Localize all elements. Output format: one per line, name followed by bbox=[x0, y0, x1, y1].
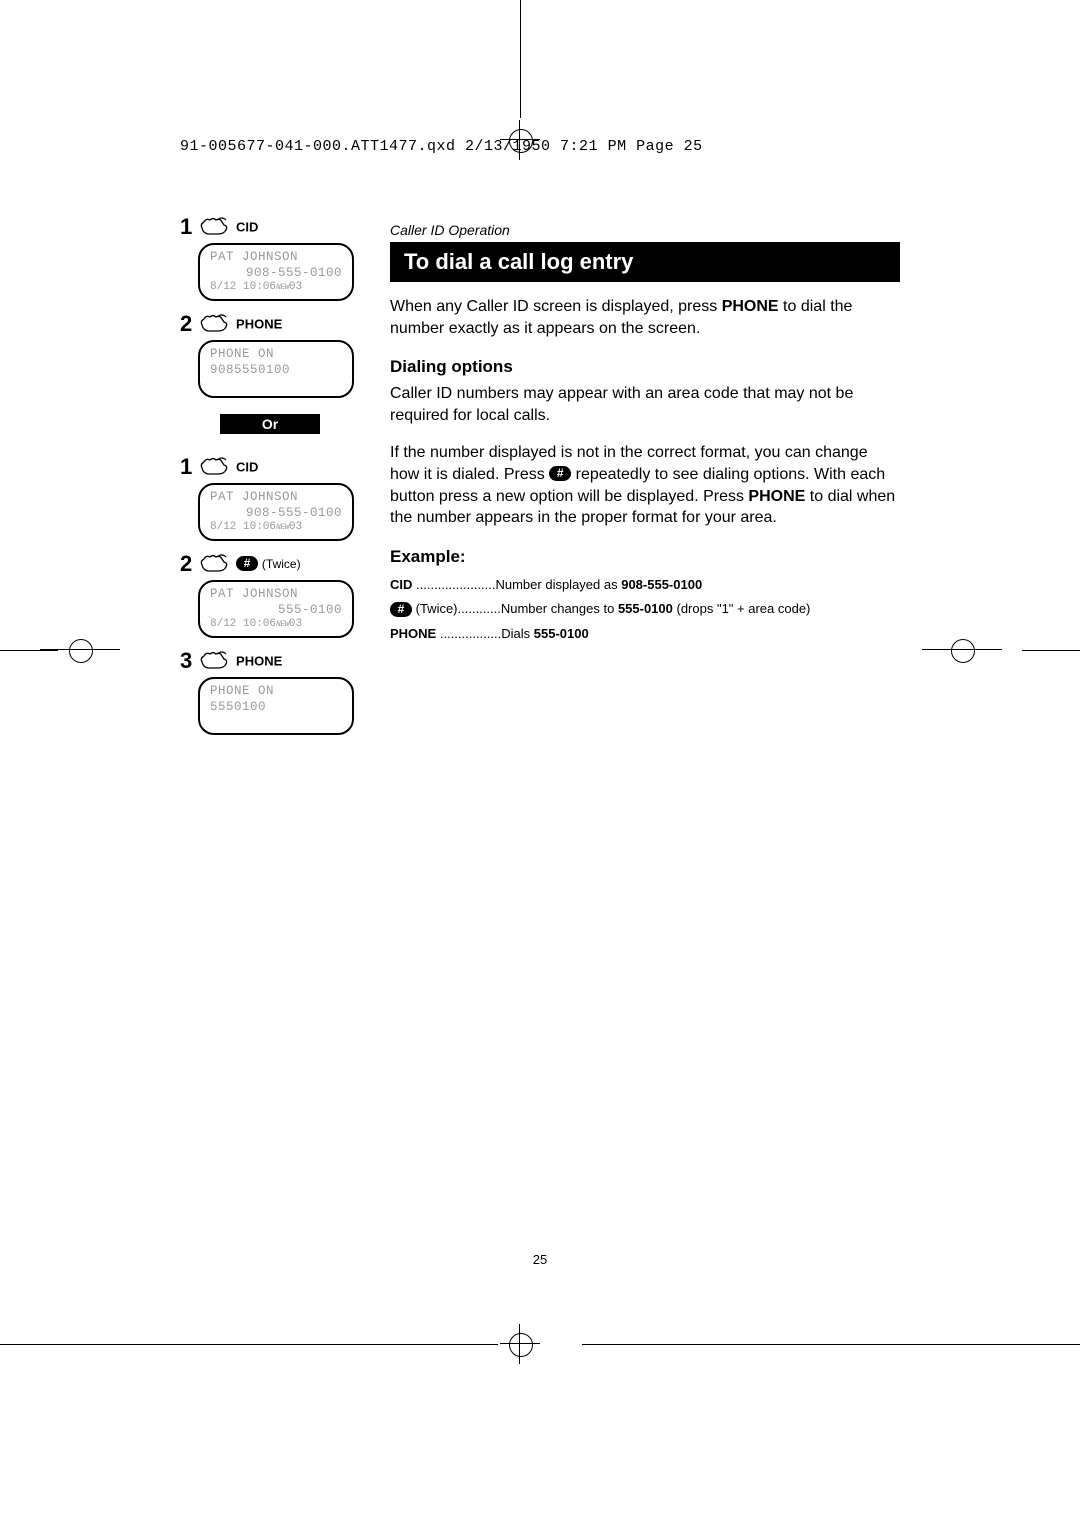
twice-label: (Twice) bbox=[262, 557, 301, 571]
crop-rule bbox=[520, 0, 521, 118]
page-number: 25 bbox=[0, 1252, 1080, 1267]
text-strong: 908-555-0100 bbox=[621, 577, 702, 592]
example-phone: PHONE .................Dials 555-0100 bbox=[390, 622, 900, 647]
text: (drops "1" + area code) bbox=[673, 601, 811, 616]
text: Number displayed as bbox=[495, 577, 621, 592]
step-b2-hash: 2 # (Twice) bbox=[180, 551, 360, 577]
lcd-line: PHONE ON bbox=[210, 684, 342, 700]
hash-button-icon: # bbox=[390, 602, 412, 617]
intro-paragraph: When any Caller ID screen is displayed, … bbox=[390, 296, 900, 339]
button-label: PHONE bbox=[236, 317, 282, 332]
registration-mark-right bbox=[942, 630, 982, 670]
press-icon bbox=[200, 553, 228, 576]
step-number: 2 bbox=[180, 311, 192, 336]
dialing-paragraph-2: If the number displayed is not in the co… bbox=[390, 442, 900, 528]
step-b1-cid: 1 CID bbox=[180, 454, 360, 480]
leader-dots: ...................... bbox=[416, 577, 495, 592]
crop-rule bbox=[1022, 650, 1080, 651]
lcd-datetime: 8/12 10:06 bbox=[210, 521, 276, 533]
text: When any Caller ID screen is displayed, … bbox=[390, 298, 722, 315]
lcd-index: 03 bbox=[289, 521, 302, 533]
lcd-index: 03 bbox=[289, 281, 302, 293]
lcd-number: 908-555-0100 bbox=[210, 506, 342, 522]
page-title: To dial a call log entry bbox=[390, 242, 900, 282]
leader-dots: ................. bbox=[440, 626, 501, 641]
section-label: Caller ID Operation bbox=[390, 222, 900, 238]
step-number: 1 bbox=[180, 454, 192, 479]
registration-mark-bottom bbox=[500, 1324, 540, 1364]
example-hash: # (Twice)............Number changes to 5… bbox=[390, 597, 900, 622]
step-b3-phone: 3 PHONE bbox=[180, 648, 360, 674]
lcd-display: PAT JOHNSON 908-555-0100 8/12 10:06NEW03 bbox=[198, 483, 354, 541]
registration-mark-top bbox=[500, 120, 540, 160]
text-strong: CID bbox=[390, 577, 412, 592]
hash-button-icon: # bbox=[549, 466, 571, 481]
step-number: 3 bbox=[180, 648, 192, 673]
lcd-status: 8/12 10:06NEW03 bbox=[210, 521, 342, 535]
lcd-index: 03 bbox=[289, 618, 302, 630]
lcd-name: PAT JOHNSON bbox=[210, 490, 342, 506]
text: (Twice) bbox=[416, 601, 458, 616]
dialing-options-heading: Dialing options bbox=[390, 357, 900, 377]
lcd-name: PAT JOHNSON bbox=[210, 587, 342, 603]
lcd-line: 5550100 bbox=[210, 700, 342, 716]
button-label: CID bbox=[236, 220, 258, 235]
press-icon bbox=[200, 650, 228, 673]
lcd-number: 908-555-0100 bbox=[210, 266, 342, 282]
lcd-display: PAT JOHNSON 555-0100 8/12 10:06NEW03 bbox=[198, 580, 354, 638]
lcd-new-tag: NEW bbox=[276, 283, 289, 292]
text: Dials bbox=[501, 626, 534, 641]
lcd-name: PAT JOHNSON bbox=[210, 250, 342, 266]
text-strong: 555-0100 bbox=[618, 601, 673, 616]
lcd-display: PHONE ON 5550100 bbox=[198, 677, 354, 735]
button-label: PHONE bbox=[236, 654, 282, 669]
main-content: Caller ID Operation To dial a call log e… bbox=[390, 210, 900, 647]
step-1-cid: 1 CID bbox=[180, 214, 360, 240]
lcd-datetime: 8/12 10:06 bbox=[210, 281, 276, 293]
lcd-line: PHONE ON bbox=[210, 347, 342, 363]
lcd-status: 8/12 10:06NEW03 bbox=[210, 618, 342, 632]
leader-dots: ............ bbox=[458, 601, 501, 616]
lcd-display: PHONE ON 9085550100 bbox=[198, 340, 354, 398]
text-strong: PHONE bbox=[722, 298, 779, 315]
example-heading: Example: bbox=[390, 547, 900, 567]
text: Number changes to bbox=[501, 601, 618, 616]
lcd-display: PAT JOHNSON 908-555-0100 8/12 10:06NEW03 bbox=[198, 243, 354, 301]
press-icon bbox=[200, 216, 228, 239]
text-strong: 555-0100 bbox=[534, 626, 589, 641]
dialing-paragraph-1: Caller ID numbers may appear with an are… bbox=[390, 383, 900, 426]
hash-button-icon: # bbox=[236, 556, 258, 571]
lcd-datetime: 8/12 10:06 bbox=[210, 618, 276, 630]
crop-rule bbox=[582, 1344, 1080, 1345]
lcd-new-tag: NEW bbox=[276, 620, 289, 629]
lcd-number: 555-0100 bbox=[210, 603, 342, 619]
button-label: CID bbox=[236, 460, 258, 475]
text-strong: PHONE bbox=[748, 488, 805, 505]
text-strong: PHONE bbox=[390, 626, 436, 641]
or-divider: Or bbox=[220, 414, 320, 434]
example-cid: CID ......................Number display… bbox=[390, 573, 900, 598]
step-2-phone: 2 PHONE bbox=[180, 311, 360, 337]
lcd-line: 9085550100 bbox=[210, 363, 342, 379]
crop-rule bbox=[0, 650, 58, 651]
registration-mark-left bbox=[60, 630, 100, 670]
press-icon bbox=[200, 313, 228, 336]
lcd-status: 8/12 10:06NEW03 bbox=[210, 281, 342, 295]
press-icon bbox=[200, 456, 228, 479]
step-number: 1 bbox=[180, 214, 192, 239]
print-header: 91-005677-041-000.ATT1477.qxd 2/13/1950 … bbox=[180, 138, 703, 155]
instruction-sidebar: 1 CID PAT JOHNSON 908-555-0100 8/12 10:0… bbox=[180, 210, 360, 745]
crop-rule bbox=[0, 1344, 498, 1345]
step-number: 2 bbox=[180, 551, 192, 576]
lcd-new-tag: NEW bbox=[276, 523, 289, 532]
